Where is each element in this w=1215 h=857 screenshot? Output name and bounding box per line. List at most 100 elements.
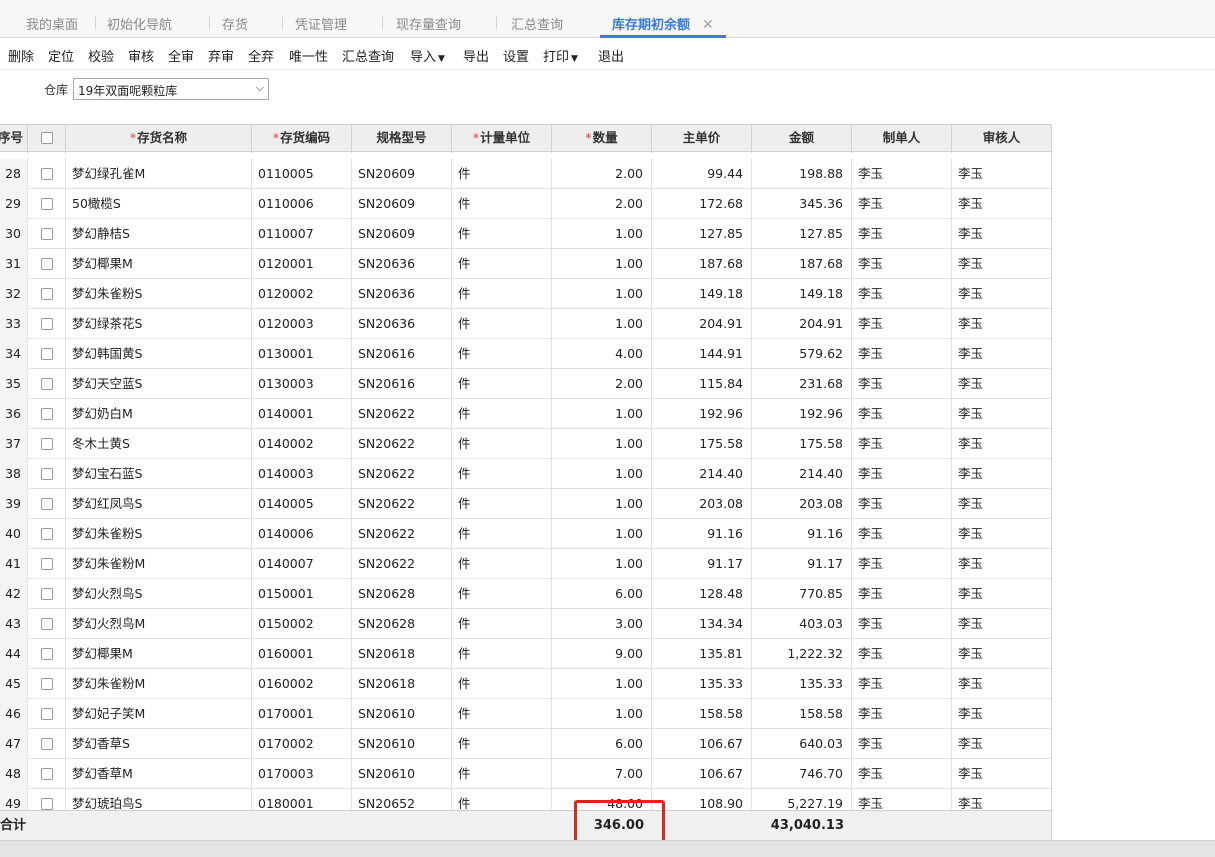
cell-qty[interactable]: 2.00 — [552, 189, 652, 219]
export-button[interactable]: 导出 — [463, 46, 489, 65]
cell-maker[interactable]: 李玉 — [852, 339, 952, 369]
table-row[interactable]: 45 梦幻朱雀粉M 0160002 SN20618 件 1.00 135.33 135.33 李… — [0, 669, 1051, 699]
cell-qty[interactable]: 1.00 — [552, 669, 652, 699]
cell-qty[interactable]: 6.00 — [552, 729, 652, 759]
cell-unit[interactable]: 件 — [452, 189, 552, 219]
cell-price[interactable]: 99.44 — [652, 159, 752, 189]
cell-unit[interactable]: 件 — [452, 249, 552, 279]
cell-checkbox[interactable] — [28, 309, 66, 339]
table-row[interactable]: 31 梦幻椰果M 0120001 SN20636 件 1.00 187.68 187.68 李玉… — [0, 249, 1051, 279]
cell-spec[interactable]: SN20609 — [352, 189, 452, 219]
cell-maker[interactable]: 李玉 — [852, 699, 952, 729]
cell-unit[interactable]: 件 — [452, 519, 552, 549]
cell-price[interactable]: 149.18 — [652, 279, 752, 309]
cell-code[interactable]: 0150002 — [252, 609, 352, 639]
cell-maker[interactable]: 李玉 — [852, 249, 952, 279]
row-checkbox[interactable] — [40, 527, 53, 540]
cell-maker[interactable]: 李玉 — [852, 669, 952, 699]
table-row[interactable]: 30 梦幻静桔S 0110007 SN20609 件 1.00 127.85 127.85 李玉… — [0, 219, 1051, 249]
cell-spec[interactable]: SN20616 — [352, 369, 452, 399]
cell-unit[interactable]: 件 — [452, 159, 552, 189]
cell-price[interactable]: 172.68 — [652, 189, 752, 219]
cell-unit[interactable]: 件 — [452, 729, 552, 759]
cell-code[interactable]: 0170001 — [252, 699, 352, 729]
cell-index[interactable]: 41 — [0, 549, 28, 579]
cell-auditor[interactable]: 李玉 — [952, 189, 1051, 219]
cell-unit[interactable]: 件 — [452, 219, 552, 249]
cell-name[interactable]: 梦幻红凤鸟S — [66, 489, 252, 519]
cell-qty[interactable]: 4.00 — [552, 339, 652, 369]
cell-checkbox[interactable] — [28, 579, 66, 609]
cell-qty[interactable]: 3.00 — [552, 609, 652, 639]
row-checkbox[interactable] — [40, 767, 53, 780]
cell-index[interactable]: 47 — [0, 729, 28, 759]
cell-maker[interactable]: 李玉 — [852, 369, 952, 399]
row-checkbox[interactable] — [40, 617, 53, 630]
cell-qty[interactable]: 7.00 — [552, 759, 652, 789]
cell-spec[interactable]: SN20616 — [352, 339, 452, 369]
row-checkbox[interactable] — [40, 167, 53, 180]
row-checkbox[interactable] — [40, 227, 53, 240]
cell-price[interactable]: 214.40 — [652, 459, 752, 489]
table-row[interactable]: 32 梦幻朱雀粉S 0120002 SN20636 件 1.00 149.18 149.18 李… — [0, 279, 1051, 309]
cell-auditor[interactable]: 李玉 — [952, 459, 1051, 489]
row-checkbox[interactable] — [40, 497, 53, 510]
cell-amount[interactable]: 640.03 — [752, 729, 852, 759]
cell-code[interactable]: 0130003 — [252, 369, 352, 399]
cell-spec[interactable]: SN20622 — [352, 429, 452, 459]
cell-unit[interactable]: 件 — [452, 339, 552, 369]
cell-amount[interactable]: 135.33 — [752, 669, 852, 699]
cell-qty[interactable]: 1.00 — [552, 489, 652, 519]
cell-code[interactable]: 0140005 — [252, 489, 352, 519]
cell-amount[interactable]: 345.36 — [752, 189, 852, 219]
row-checkbox[interactable] — [40, 377, 53, 390]
cell-auditor[interactable]: 李玉 — [952, 369, 1051, 399]
cell-name[interactable]: 梦幻妃子笑M — [66, 699, 252, 729]
cell-spec[interactable]: SN20622 — [352, 399, 452, 429]
cell-index[interactable]: 31 — [0, 249, 28, 279]
warehouse-select[interactable]: 19年双面呢颗粒库 ⌵ — [73, 78, 269, 100]
cell-unit[interactable]: 件 — [452, 639, 552, 669]
row-checkbox[interactable] — [40, 677, 53, 690]
cell-unit[interactable]: 件 — [452, 549, 552, 579]
cell-price[interactable]: 158.58 — [652, 699, 752, 729]
cell-auditor[interactable]: 李玉 — [952, 579, 1051, 609]
row-checkbox[interactable] — [40, 257, 53, 270]
row-checkbox[interactable] — [40, 557, 53, 570]
row-checkbox[interactable] — [40, 437, 53, 450]
cell-price[interactable]: 106.67 — [652, 729, 752, 759]
cell-spec[interactable]: SN20609 — [352, 219, 452, 249]
cell-price[interactable]: 204.91 — [652, 309, 752, 339]
cell-qty[interactable]: 1.00 — [552, 309, 652, 339]
cell-amount[interactable]: 403.03 — [752, 609, 852, 639]
cell-amount[interactable]: 192.96 — [752, 399, 852, 429]
tab-inventory[interactable]: 存货 — [222, 14, 248, 38]
cell-spec[interactable]: SN20610 — [352, 729, 452, 759]
tab-init-nav[interactable]: 初始化导航 — [107, 14, 172, 38]
cell-name[interactable]: 50橄榄S — [66, 189, 252, 219]
row-checkbox[interactable] — [40, 797, 53, 810]
cell-auditor[interactable]: 李玉 — [952, 489, 1051, 519]
cell-index[interactable]: 29 — [0, 189, 28, 219]
cell-price[interactable]: 91.17 — [652, 549, 752, 579]
cell-index[interactable]: 38 — [0, 459, 28, 489]
cell-price[interactable]: 115.84 — [652, 369, 752, 399]
cell-amount[interactable]: 231.68 — [752, 369, 852, 399]
table-row[interactable]: 28 梦幻绿孔雀M 0110005 SN20609 件 2.00 99.44 198.88 李玉… — [0, 159, 1051, 189]
row-checkbox[interactable] — [40, 347, 53, 360]
cell-checkbox[interactable] — [28, 549, 66, 579]
row-checkbox[interactable] — [40, 647, 53, 660]
row-checkbox[interactable] — [40, 287, 53, 300]
cell-qty[interactable]: 1.00 — [552, 249, 652, 279]
cell-amount[interactable]: 158.58 — [752, 699, 852, 729]
cell-maker[interactable]: 李玉 — [852, 159, 952, 189]
cell-auditor[interactable]: 李玉 — [952, 279, 1051, 309]
cell-spec[interactable]: SN20609 — [352, 159, 452, 189]
tab-voucher[interactable]: 凭证管理 — [295, 14, 347, 38]
summary-query-button[interactable]: 汇总查询 — [342, 46, 394, 65]
cell-auditor[interactable]: 李玉 — [952, 639, 1051, 669]
cell-spec[interactable]: SN20622 — [352, 489, 452, 519]
cell-code[interactable]: 0160002 — [252, 669, 352, 699]
cell-auditor[interactable]: 李玉 — [952, 549, 1051, 579]
cell-amount[interactable]: 175.58 — [752, 429, 852, 459]
